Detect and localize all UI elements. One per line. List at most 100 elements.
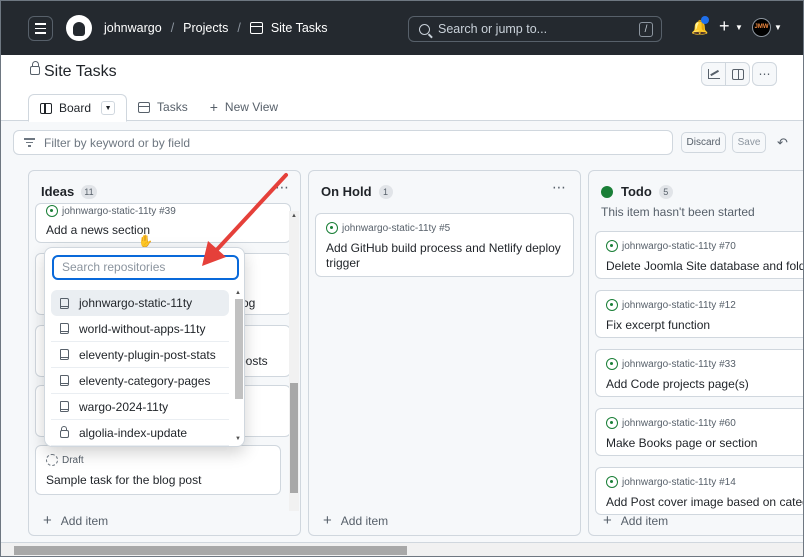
breadcrumb-project[interactable]: Site Tasks xyxy=(271,21,328,35)
column-header: On Hold 1 xyxy=(321,184,393,199)
lock-icon xyxy=(60,426,69,438)
card-title: Add Code projects page(s) xyxy=(606,377,749,391)
repository-option[interactable]: johnwargo-static-11ty xyxy=(51,290,229,316)
card-repo: johnwargo-static-11ty #12 xyxy=(606,299,736,311)
column-todo: Todo 5 This item hasn't been started joh… xyxy=(588,170,804,536)
card-title: og xyxy=(242,296,256,310)
scrollbar-thumb[interactable] xyxy=(235,299,243,399)
view-options-dropdown[interactable]: ▼ xyxy=(101,101,116,115)
table-icon xyxy=(249,22,263,34)
column-header: Todo 5 xyxy=(601,184,673,199)
breadcrumb-separator: / xyxy=(170,21,175,35)
item-count-badge: 5 xyxy=(658,184,673,199)
insights-button[interactable] xyxy=(701,62,726,86)
card-repo: johnwargo-static-11ty #33 xyxy=(606,358,736,370)
avatar[interactable]: JMW xyxy=(752,18,771,37)
breadcrumb: johnwargo / Projects / Site Tasks xyxy=(104,21,328,35)
add-item-button[interactable]: + Add item xyxy=(603,512,668,529)
discard-button[interactable]: Discard xyxy=(681,132,726,153)
column-header: Ideas 11 xyxy=(41,184,97,199)
search-input[interactable]: Search or jump to... / xyxy=(408,16,662,42)
card[interactable]: Draft Sample task for the blog post xyxy=(35,445,281,495)
search-placeholder: Search or jump to... xyxy=(438,22,548,36)
card[interactable]: johnwargo-static-11ty #14 Add Post cover… xyxy=(595,467,804,515)
undo-icon[interactable]: ↶ xyxy=(777,135,788,151)
add-item-button[interactable]: + Add item xyxy=(43,512,108,529)
card-repo: johnwargo-static-11ty #39 xyxy=(46,205,176,217)
repo-icon xyxy=(60,349,69,360)
card-title: Add GitHub build process and Netlify dep… xyxy=(326,241,561,270)
horizontal-scrollbar[interactable] xyxy=(1,542,803,556)
repo-icon xyxy=(60,323,69,334)
notifications-button[interactable]: 🔔 xyxy=(691,16,709,35)
filter-input[interactable]: Filter by keyword or by field xyxy=(13,130,673,155)
tab-new-view[interactable]: + New View xyxy=(199,93,289,121)
card[interactable]: johnwargo-static-11ty #12 Fix excerpt fu… xyxy=(595,290,803,338)
card-repo-label: johnwargo-static-11ty #33 xyxy=(622,358,736,370)
kebab-horizontal-icon: ⋯ xyxy=(758,67,771,81)
shortcut-key-badge: / xyxy=(639,22,653,37)
annotation-arrow-icon xyxy=(202,173,288,266)
menu-button[interactable] xyxy=(28,16,53,41)
add-item-label: Add item xyxy=(340,513,389,528)
repository-option[interactable]: eleventy-category-pages xyxy=(51,368,229,394)
side-panel-button[interactable] xyxy=(725,62,750,86)
tab-label: New View xyxy=(224,100,279,114)
app-window: johnwargo / Projects / Site Tasks Search… xyxy=(0,0,804,557)
breadcrumb-projects[interactable]: Projects xyxy=(183,21,228,35)
issue-open-icon xyxy=(326,222,338,234)
page-title: Site Tasks xyxy=(44,63,117,80)
card-repo: johnwargo-static-11ty #5 xyxy=(326,222,450,234)
unread-indicator xyxy=(701,16,709,24)
filter-icon xyxy=(24,137,35,148)
scroll-down-icon[interactable]: ▼ xyxy=(235,436,241,442)
issue-open-icon xyxy=(606,240,618,252)
repository-list: johnwargo-static-11ty world-without-apps… xyxy=(51,290,229,446)
add-item-button[interactable]: + Add item xyxy=(323,512,388,529)
card-repo-label: johnwargo-static-11ty #14 xyxy=(622,476,736,488)
search-icon xyxy=(419,23,430,35)
issue-open-icon xyxy=(606,358,618,370)
repository-option[interactable]: world-without-apps-11ty xyxy=(51,316,229,342)
repository-option[interactable]: wargo-2024-11ty xyxy=(51,394,229,420)
card-repo: Draft xyxy=(46,454,84,466)
card[interactable]: johnwargo-static-11ty #70 Delete Joomla … xyxy=(595,231,803,279)
tab-board[interactable]: Board ▼ xyxy=(28,94,128,122)
tab-tasks[interactable]: Tasks xyxy=(127,93,199,121)
repository-name: eleventy-category-pages xyxy=(79,373,211,388)
save-button[interactable]: Save xyxy=(732,132,766,153)
card[interactable]: johnwargo-static-11ty #5 Add GitHub buil… xyxy=(315,213,574,277)
tab-label: Board xyxy=(59,101,92,115)
card[interactable]: johnwargo-static-11ty #60 Make Books pag… xyxy=(595,408,803,456)
repository-name: wargo-2024-11ty xyxy=(79,399,169,414)
breadcrumb-user[interactable]: johnwargo xyxy=(104,21,162,35)
plus-icon: + xyxy=(603,512,612,529)
repository-name: johnwargo-static-11ty xyxy=(79,296,193,310)
create-new-button[interactable]: + xyxy=(719,16,730,37)
repository-name: eleventy-plugin-post-stats xyxy=(79,347,216,362)
scrollbar-thumb[interactable] xyxy=(14,546,407,555)
scroll-up-icon[interactable]: ▲ xyxy=(235,290,241,296)
item-count-badge: 11 xyxy=(81,184,97,199)
hand-cursor-icon: ✋ xyxy=(138,234,153,248)
breadcrumb-separator: / xyxy=(237,21,241,35)
card-title: posts xyxy=(239,354,268,368)
issue-open-icon xyxy=(46,205,58,217)
status-dot-icon xyxy=(601,185,613,198)
repository-option[interactable]: eleventy-plugin-post-stats xyxy=(51,342,229,368)
scrollbar-thumb[interactable] xyxy=(290,383,298,493)
repository-option[interactable]: algolia-index-update xyxy=(51,420,229,446)
project-menu-button[interactable]: ⋯ xyxy=(752,62,777,86)
github-logo-icon[interactable] xyxy=(66,15,92,41)
column-menu-button[interactable]: ⋯ xyxy=(552,179,567,196)
card[interactable]: johnwargo-static-11ty #33 Add Code proje… xyxy=(595,349,803,397)
card-repo: johnwargo-static-11ty #60 xyxy=(606,417,736,429)
card-title: Add Post cover image based on category xyxy=(606,495,804,509)
add-item-label: Add item xyxy=(620,513,669,528)
card-repo-label: johnwargo-static-11ty #60 xyxy=(622,417,736,429)
dropdown-scrollbar[interactable]: ▲ ▼ xyxy=(235,290,243,442)
column-on-hold: On Hold 1 ⋯ johnwargo-static-11ty #5 Add… xyxy=(308,170,581,536)
repository-picker: Search repositories johnwargo-static-11t… xyxy=(44,247,245,447)
card-title: Make Books page or section xyxy=(606,436,758,450)
plus-icon: + xyxy=(43,512,52,529)
